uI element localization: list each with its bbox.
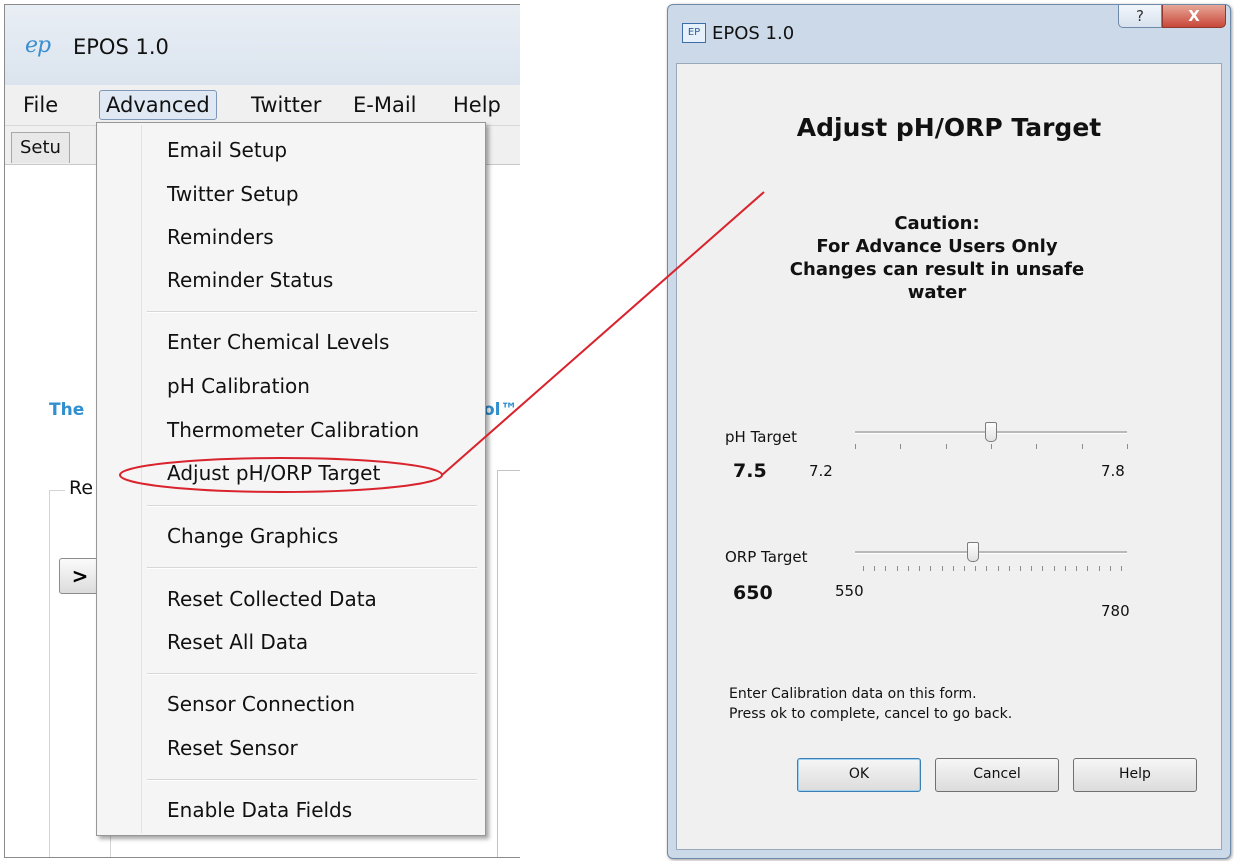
group-label: Re <box>65 477 98 499</box>
slider-tick <box>1036 444 1037 449</box>
orp-slider-thumb[interactable] <box>967 542 979 562</box>
slider-tick <box>986 566 987 571</box>
advanced-dropdown-menu: Email Setup Twitter Setup Reminders Remi… <box>96 122 486 836</box>
slider-tick <box>964 566 965 571</box>
slider-tick <box>1054 566 1055 571</box>
orp-slider-ticks <box>863 566 1122 572</box>
menu-advanced[interactable]: Advanced <box>99 90 217 120</box>
content-panel <box>497 470 520 857</box>
slider-tick <box>1127 444 1128 449</box>
menu-bar: File Advanced Twitter E-Mail Help <box>5 85 520 126</box>
tab-setup[interactable]: Setu <box>11 132 70 163</box>
slider-tick <box>1099 566 1100 571</box>
instructions-text: Enter Calibration data on this form. Pre… <box>729 684 1012 724</box>
ok-button[interactable]: OK <box>797 758 921 792</box>
menu-item-ph-calibration[interactable]: pH Calibration <box>167 371 310 401</box>
menu-item-enter-chemical-levels[interactable]: Enter Chemical Levels <box>167 327 389 357</box>
dialog-body: Adjust pH/ORP Target Caution: For Advanc… <box>676 63 1222 850</box>
menu-item-reset-collected-data[interactable]: Reset Collected Data <box>167 584 377 614</box>
ph-min-label: 7.2 <box>809 462 833 480</box>
caution-line: For Advance Users Only <box>816 236 1058 257</box>
slider-tick <box>975 566 976 571</box>
menu-item-enable-data-fields[interactable]: Enable Data Fields <box>167 795 352 825</box>
menu-item-reminders[interactable]: Reminders <box>167 222 274 252</box>
window-title: EPOS 1.0 <box>73 35 169 59</box>
slider-tick <box>1087 566 1088 571</box>
slider-tick <box>1110 566 1111 571</box>
orp-min-label: 550 <box>835 582 864 600</box>
menu-separator <box>147 311 477 313</box>
arrow-button[interactable]: > <box>59 558 101 594</box>
slider-tick <box>900 444 901 449</box>
slider-tick <box>1020 566 1021 571</box>
ph-slider-thumb[interactable] <box>985 422 997 442</box>
menu-file[interactable]: File <box>19 91 62 119</box>
tagline-end: ol™ <box>483 400 518 420</box>
slider-tick <box>953 566 954 571</box>
menu-separator <box>147 673 477 675</box>
caution-text: Caution: For Advance Users Only Changes … <box>737 212 1137 304</box>
menu-item-reminder-status[interactable]: Reminder Status <box>167 265 333 295</box>
app-window-icon: EP <box>682 23 706 43</box>
slider-tick <box>874 566 875 571</box>
menu-twitter[interactable]: Twitter <box>247 91 325 119</box>
slider-tick <box>885 566 886 571</box>
slider-tick <box>991 444 992 449</box>
ph-slider-ticks <box>855 444 1128 450</box>
instruction-line: Enter Calibration data on this form. <box>729 686 977 702</box>
help-caption-button[interactable]: ? <box>1118 5 1162 28</box>
slider-tick <box>1031 566 1032 571</box>
slider-tick <box>1009 566 1010 571</box>
menu-item-sensor-connection[interactable]: Sensor Connection <box>167 689 355 719</box>
menu-item-email-setup[interactable]: Email Setup <box>167 135 287 165</box>
slider-tick <box>863 566 864 571</box>
menu-item-thermometer-calibration[interactable]: Thermometer Calibration <box>167 415 419 445</box>
orp-max-label: 780 <box>1101 602 1130 620</box>
slider-tick <box>1076 566 1077 571</box>
dialog-title: EPOS 1.0 <box>712 23 795 44</box>
dialog-heading: Adjust pH/ORP Target <box>796 113 1102 142</box>
slider-tick <box>1082 444 1083 449</box>
dialog-title-bar: EP EPOS 1.0 ? X <box>668 5 1230 61</box>
slider-tick <box>908 566 909 571</box>
caution-line: Caution: <box>894 213 980 234</box>
orp-slider-track <box>855 551 1127 554</box>
cancel-button[interactable]: Cancel <box>935 758 1059 792</box>
menu-item-change-graphics[interactable]: Change Graphics <box>167 521 338 551</box>
menu-separator <box>147 779 477 781</box>
orp-target-value: 650 <box>733 582 773 604</box>
tagline-start: The <box>49 400 85 420</box>
close-button[interactable]: X <box>1162 5 1226 28</box>
slider-tick <box>1065 566 1066 571</box>
menu-gutter <box>141 125 142 833</box>
menu-item-reset-sensor[interactable]: Reset Sensor <box>167 733 298 763</box>
slider-tick <box>998 566 999 571</box>
caution-line: Changes can result in unsafe <box>789 259 1085 280</box>
help-button[interactable]: Help <box>1073 758 1197 792</box>
menu-email[interactable]: E-Mail <box>349 91 421 119</box>
slider-tick <box>1042 566 1043 571</box>
slider-tick <box>919 566 920 571</box>
menu-help[interactable]: Help <box>449 91 505 119</box>
slider-tick <box>930 566 931 571</box>
slider-tick <box>897 566 898 571</box>
slider-tick <box>946 444 947 449</box>
slider-tick <box>855 444 856 449</box>
menu-item-adjust-ph-orp-target[interactable]: Adjust pH/ORP Target <box>167 458 380 488</box>
title-bar: ep EPOS 1.0 <box>5 5 520 85</box>
menu-separator <box>147 567 477 569</box>
instruction-line: Press ok to complete, cancel to go back. <box>729 706 1013 722</box>
slider-tick <box>942 566 943 571</box>
menu-separator <box>147 505 477 507</box>
app-logo: ep <box>25 33 51 58</box>
ph-target-label: pH Target <box>725 428 797 446</box>
slider-tick <box>1121 566 1122 571</box>
caution-line: water <box>907 282 967 303</box>
ph-target-value: 7.5 <box>733 460 767 482</box>
adjust-target-dialog: EP EPOS 1.0 ? X Adjust pH/ORP Target Cau… <box>667 4 1231 859</box>
menu-item-reset-all-data[interactable]: Reset All Data <box>167 627 308 657</box>
ph-max-label: 7.8 <box>1101 462 1125 480</box>
orp-target-label: ORP Target <box>725 548 808 566</box>
menu-item-twitter-setup[interactable]: Twitter Setup <box>167 179 299 209</box>
